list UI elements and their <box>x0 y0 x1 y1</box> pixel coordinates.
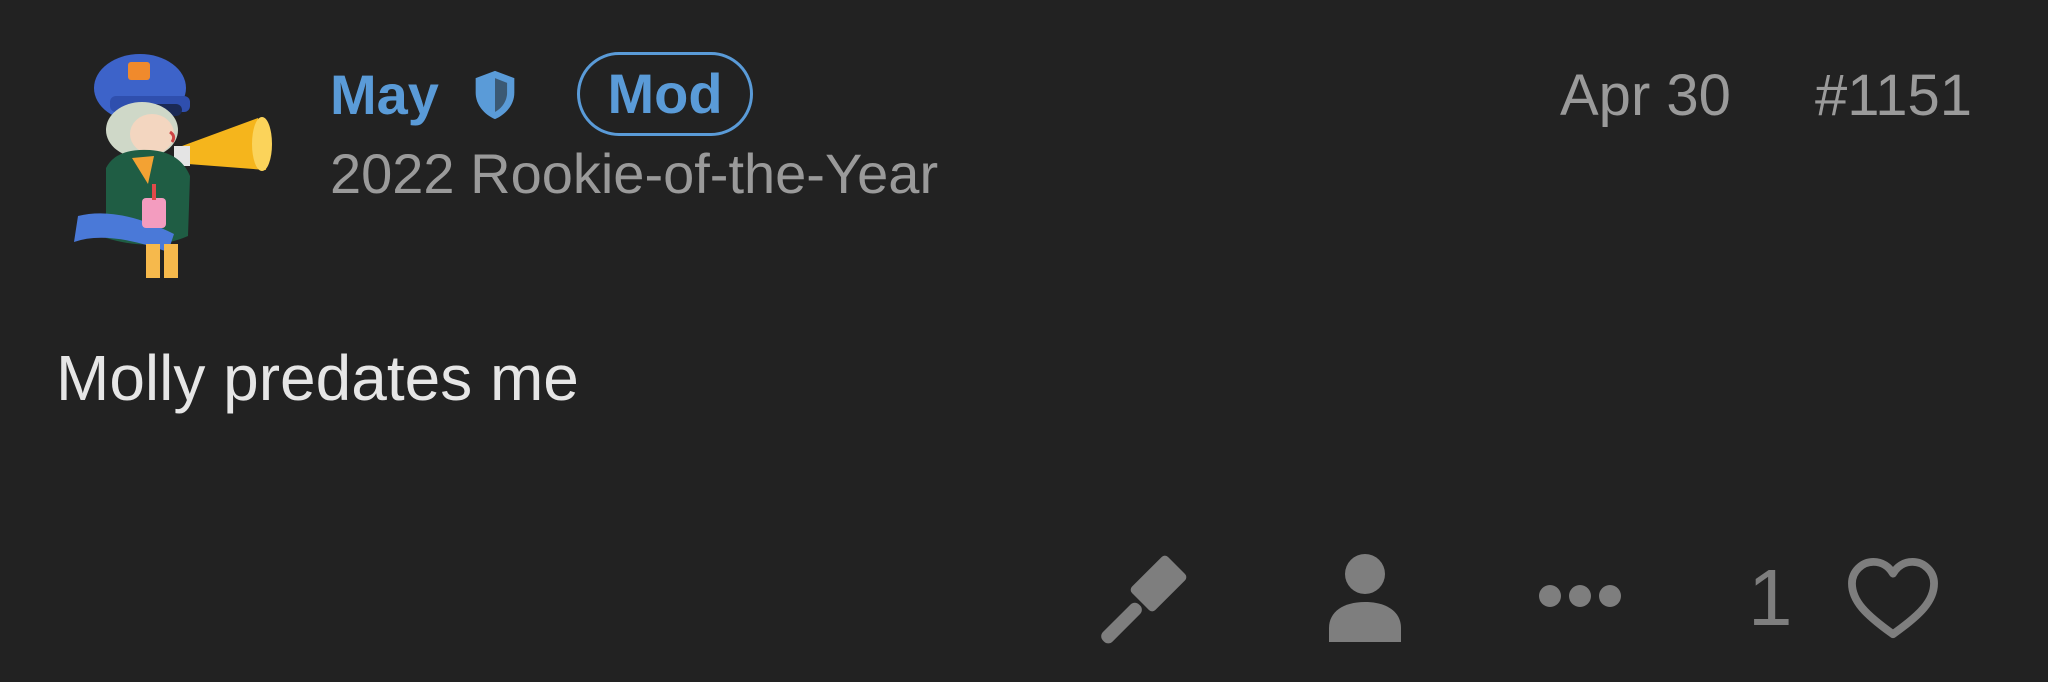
gavel-icon[interactable] <box>1100 552 1196 648</box>
user-icon[interactable] <box>1325 552 1405 642</box>
post-body: Molly predates me <box>56 342 579 414</box>
user-avatar-icon <box>74 54 272 278</box>
post-number[interactable]: #1151 <box>1815 58 1972 134</box>
user-title: 2022 Rookie-of-the-Year <box>330 142 939 205</box>
mod-badge: Mod <box>577 52 753 136</box>
post-date[interactable]: Apr 30 <box>1560 58 1731 134</box>
heart-icon[interactable] <box>1846 556 1940 642</box>
like-count: 1 <box>1748 553 1793 642</box>
shield-icon <box>466 66 524 124</box>
more-icon[interactable] <box>1535 576 1625 616</box>
author-username[interactable]: May <box>330 55 439 135</box>
avatar[interactable] <box>70 48 285 283</box>
post-card: May Mod 2022 Rookie-of-the-Year Apr 30 #… <box>0 0 2048 682</box>
